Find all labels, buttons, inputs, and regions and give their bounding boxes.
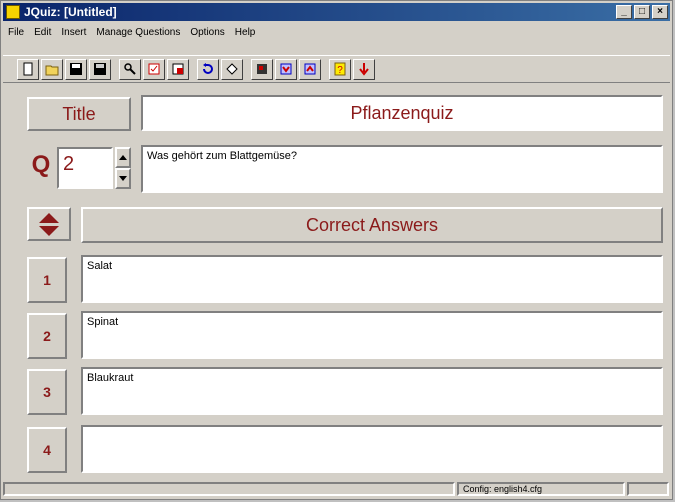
close-button[interactable]: × [652, 5, 668, 19]
answer-text: Spinat [87, 316, 119, 328]
maximize-button[interactable]: □ [634, 5, 650, 19]
answer-number: 4 [27, 427, 67, 473]
settings-icon[interactable] [251, 58, 273, 80]
export-icon[interactable] [167, 58, 189, 80]
menu-insert[interactable]: Insert [56, 27, 91, 38]
answers-scroll-button[interactable] [27, 207, 71, 241]
save-as-icon[interactable] [89, 58, 111, 80]
title-label: Title [27, 97, 131, 131]
title-field[interactable]: Pflanzenquiz [141, 95, 663, 131]
status-bar: Config: english4.cfg [3, 481, 670, 497]
menu-file[interactable]: File [3, 27, 29, 38]
toolbar: ? [3, 55, 670, 83]
answer-number: 1 [27, 257, 67, 303]
app-icon [6, 5, 20, 19]
question-spinner [115, 147, 131, 189]
open-icon[interactable] [41, 58, 63, 80]
window-title: JQuiz: [Untitled] [24, 5, 117, 19]
status-config: Config: english4.cfg [457, 482, 625, 496]
answer-number: 3 [27, 369, 67, 415]
spinner-up-button[interactable] [115, 147, 131, 168]
menu-options[interactable]: Options [185, 27, 229, 38]
quit-icon[interactable] [353, 58, 375, 80]
title-value: Pflanzenquiz [350, 102, 454, 123]
chevron-up-icon [119, 155, 127, 160]
answer-field[interactable]: Spinat [81, 311, 663, 359]
svg-text:?: ? [337, 65, 343, 76]
chevron-down-icon [119, 176, 127, 181]
spinner-down-button[interactable] [115, 168, 131, 189]
menu-manage-questions[interactable]: Manage Questions [91, 27, 185, 38]
new-icon[interactable] [17, 58, 39, 80]
arrow-up-icon [39, 212, 59, 223]
answer-field[interactable]: Salat [81, 255, 663, 303]
web-alt-icon[interactable] [299, 58, 321, 80]
save-icon[interactable] [65, 58, 87, 80]
answer-field[interactable] [81, 425, 663, 473]
answers-header: Correct Answers [81, 207, 663, 243]
q-label: Q [23, 147, 59, 183]
menu-help[interactable]: Help [230, 27, 261, 38]
clear-icon[interactable] [221, 58, 243, 80]
window-controls: _ □ × [616, 5, 668, 19]
answer-field[interactable]: Blaukraut [81, 367, 663, 415]
answer-number: 2 [27, 313, 67, 359]
menu-bar: File Edit Insert Manage Questions Option… [3, 23, 670, 41]
answer-text: Blaukraut [87, 372, 134, 384]
minimize-button[interactable]: _ [616, 5, 632, 19]
title-bar: JQuiz: [Untitled] _ □ × [3, 3, 670, 21]
undo-icon[interactable] [197, 58, 219, 80]
question-text-field[interactable]: Was gehört zum Blattgemüse? [141, 145, 663, 193]
question-text: Was gehört zum Blattgemüse? [147, 150, 297, 162]
app-window: JQuiz: [Untitled] _ □ × File Edit Insert… [0, 0, 673, 500]
status-panel-main [3, 482, 455, 496]
web-icon[interactable] [275, 58, 297, 80]
find-icon[interactable] [119, 58, 141, 80]
check-icon[interactable] [143, 58, 165, 80]
arrow-down-icon [39, 225, 59, 236]
question-number-input[interactable]: 2 [57, 147, 113, 189]
menu-edit[interactable]: Edit [29, 27, 56, 38]
question-number: 2 [63, 153, 75, 175]
status-panel-extra [627, 482, 669, 496]
answer-text: Salat [87, 260, 113, 272]
help-icon[interactable]: ? [329, 58, 351, 80]
